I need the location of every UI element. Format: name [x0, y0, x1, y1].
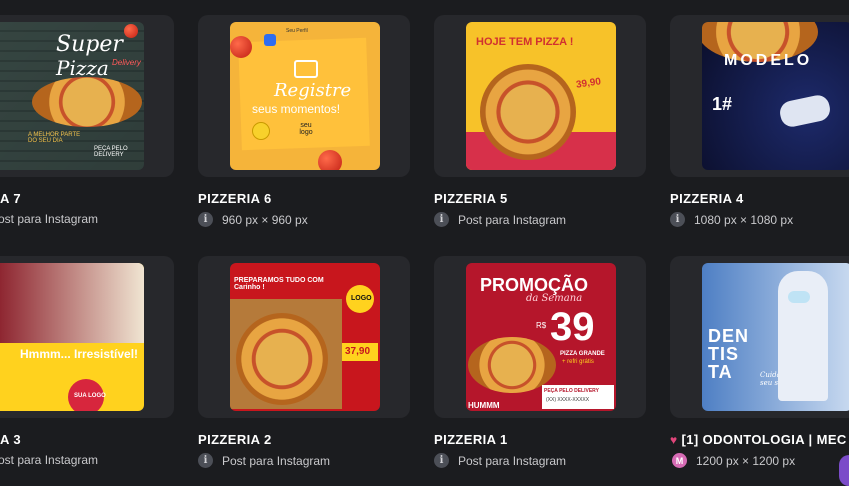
thumb-tag: Delivery — [112, 58, 141, 67]
thumb-detail-2: + refri grátis — [562, 359, 594, 365]
card-meta-text: 1200 px × 1200 px — [696, 453, 796, 468]
thumb-headline: PREPARAMOS TUDO COM Carinho ! — [234, 277, 324, 291]
camera-icon — [294, 60, 318, 78]
thumb-line-1: Registre — [274, 80, 352, 101]
card-meta-text: 1080 px × 1080 px — [694, 212, 794, 227]
thumb-headline: DEN TIS TA — [708, 326, 750, 382]
card-title[interactable]: ♥ [1] ODONTOLOGIA | MEC — [670, 432, 847, 447]
card-meta-text: Post para Instagram — [458, 453, 567, 468]
info-icon: i — [198, 453, 213, 468]
card-meta-text: ost para Instagram — [0, 453, 99, 467]
help-button[interactable] — [839, 455, 849, 486]
info-icon: i — [670, 212, 685, 227]
pizza-image — [480, 64, 576, 160]
card-meta: ost para Instagram — [0, 453, 98, 467]
thumb-logo: SUA LOGO — [74, 393, 106, 399]
thumbnail-pizzeria-7[interactable]: Super Pizza Delivery A MELHOR PARTE DO S… — [0, 22, 144, 170]
thumb-phone: (XX) XXXX-XXXXX — [546, 397, 590, 403]
thumb-footer-2: PEÇA PELO DELIVERY — [94, 146, 128, 158]
pizza-image — [32, 77, 142, 127]
photo-area — [0, 263, 144, 343]
tomato-image — [230, 36, 252, 58]
thumb-headline: HOJE TEM PIZZA ! — [476, 36, 574, 48]
card-title[interactable]: PIZZERIA 5 — [434, 191, 508, 206]
thumb-cta: PEÇA PELO DELIVERY — [544, 388, 599, 394]
thumb-brand: HUMMM — [468, 401, 500, 410]
thumb-line-2: seus momentos! — [252, 102, 341, 116]
astronaut-image — [777, 93, 833, 129]
thumbnail-pizzeria-5[interactable]: HOJE TEM PIZZA ! 39,90 — [466, 22, 616, 170]
mask-image — [788, 291, 810, 303]
card-meta: i Post para Instagram — [198, 453, 330, 468]
thumbnail-pizzeria-4[interactable]: MODELO 1# — [702, 22, 849, 170]
tomato-image — [318, 150, 342, 170]
thumb-footer-1: A MELHOR PARTE DO SEU DIA — [28, 132, 81, 144]
card-title[interactable]: PIZZERIA 6 — [198, 191, 272, 206]
tomato-image — [124, 24, 138, 38]
card-meta-text: ost para Instagram — [0, 212, 99, 226]
card-title[interactable]: IA 3 — [0, 432, 21, 447]
pizza-image — [236, 313, 328, 405]
thumbnail-pizzeria-3[interactable]: Hmmm... Irresistível! SUA LOGO — [0, 263, 144, 411]
card-meta-text: 960 px × 960 px — [222, 212, 308, 227]
card-title[interactable]: PIZZERIA 2 — [198, 432, 272, 447]
card-title[interactable]: PIZZERIA 1 — [434, 432, 508, 447]
card-title[interactable]: PIZZERIA 4 — [670, 191, 744, 206]
thumb-logo: seu logo — [299, 122, 313, 136]
info-icon: i — [434, 212, 449, 227]
thumbnail-pizzeria-2[interactable]: PREPARAMOS TUDO COM Carinho ! LOGO 37,90 — [230, 263, 380, 411]
card-title[interactable]: IA 7 — [0, 191, 21, 206]
card-meta: i Post para Instagram — [434, 453, 566, 468]
thumb-price: 39 — [550, 305, 595, 349]
thumb-sub: da Semana — [526, 293, 583, 304]
thumb-headline: MODELO — [724, 52, 813, 69]
card-meta: M 1200 px × 1200 px — [672, 453, 795, 468]
card-meta: i 960 px × 960 px — [198, 212, 308, 227]
info-icon: i — [198, 212, 213, 227]
thumb-currency: R$ — [536, 321, 547, 330]
thumb-sub: 1# — [712, 94, 733, 114]
card-meta: i Post para Instagram — [434, 212, 566, 227]
heart-icon: ♥ — [670, 433, 678, 447]
avatar: M — [672, 453, 687, 468]
thumb-price: 37,90 — [345, 346, 371, 357]
thumb-logo: LOGO — [351, 295, 372, 302]
thumbnail-pizzeria-1[interactable]: PROMOÇÃO da Semana R$ 39 PIZZA GRANDE + … — [466, 263, 616, 411]
thumbnail-pizzeria-6[interactable]: Registre seus momentos! seu logo Seu Per… — [230, 22, 380, 170]
thumb-detail-1: PIZZA GRANDE — [560, 351, 605, 357]
thumb-headline: Hmmm... Irresistível! — [20, 347, 139, 361]
thumb-price: 39,90 — [575, 76, 602, 91]
info-icon: i — [434, 453, 449, 468]
thumb-handle: Seu Perfil — [286, 28, 308, 34]
thumb-title-1: Super — [56, 32, 123, 57]
card-meta-text: Post para Instagram — [458, 212, 567, 227]
thumbnail-odontologia[interactable]: DEN TIS TA Cuidamos do seu sorriso — [702, 263, 849, 411]
like-icon — [264, 34, 276, 46]
card-meta: ost para Instagram — [0, 212, 98, 226]
wow-emoji-icon — [252, 122, 270, 140]
card-meta: i 1080 px × 1080 px — [670, 212, 793, 227]
card-meta-text: Post para Instagram — [222, 453, 331, 468]
card-title-text: [1] ODONTOLOGIA | MEC — [681, 432, 847, 447]
